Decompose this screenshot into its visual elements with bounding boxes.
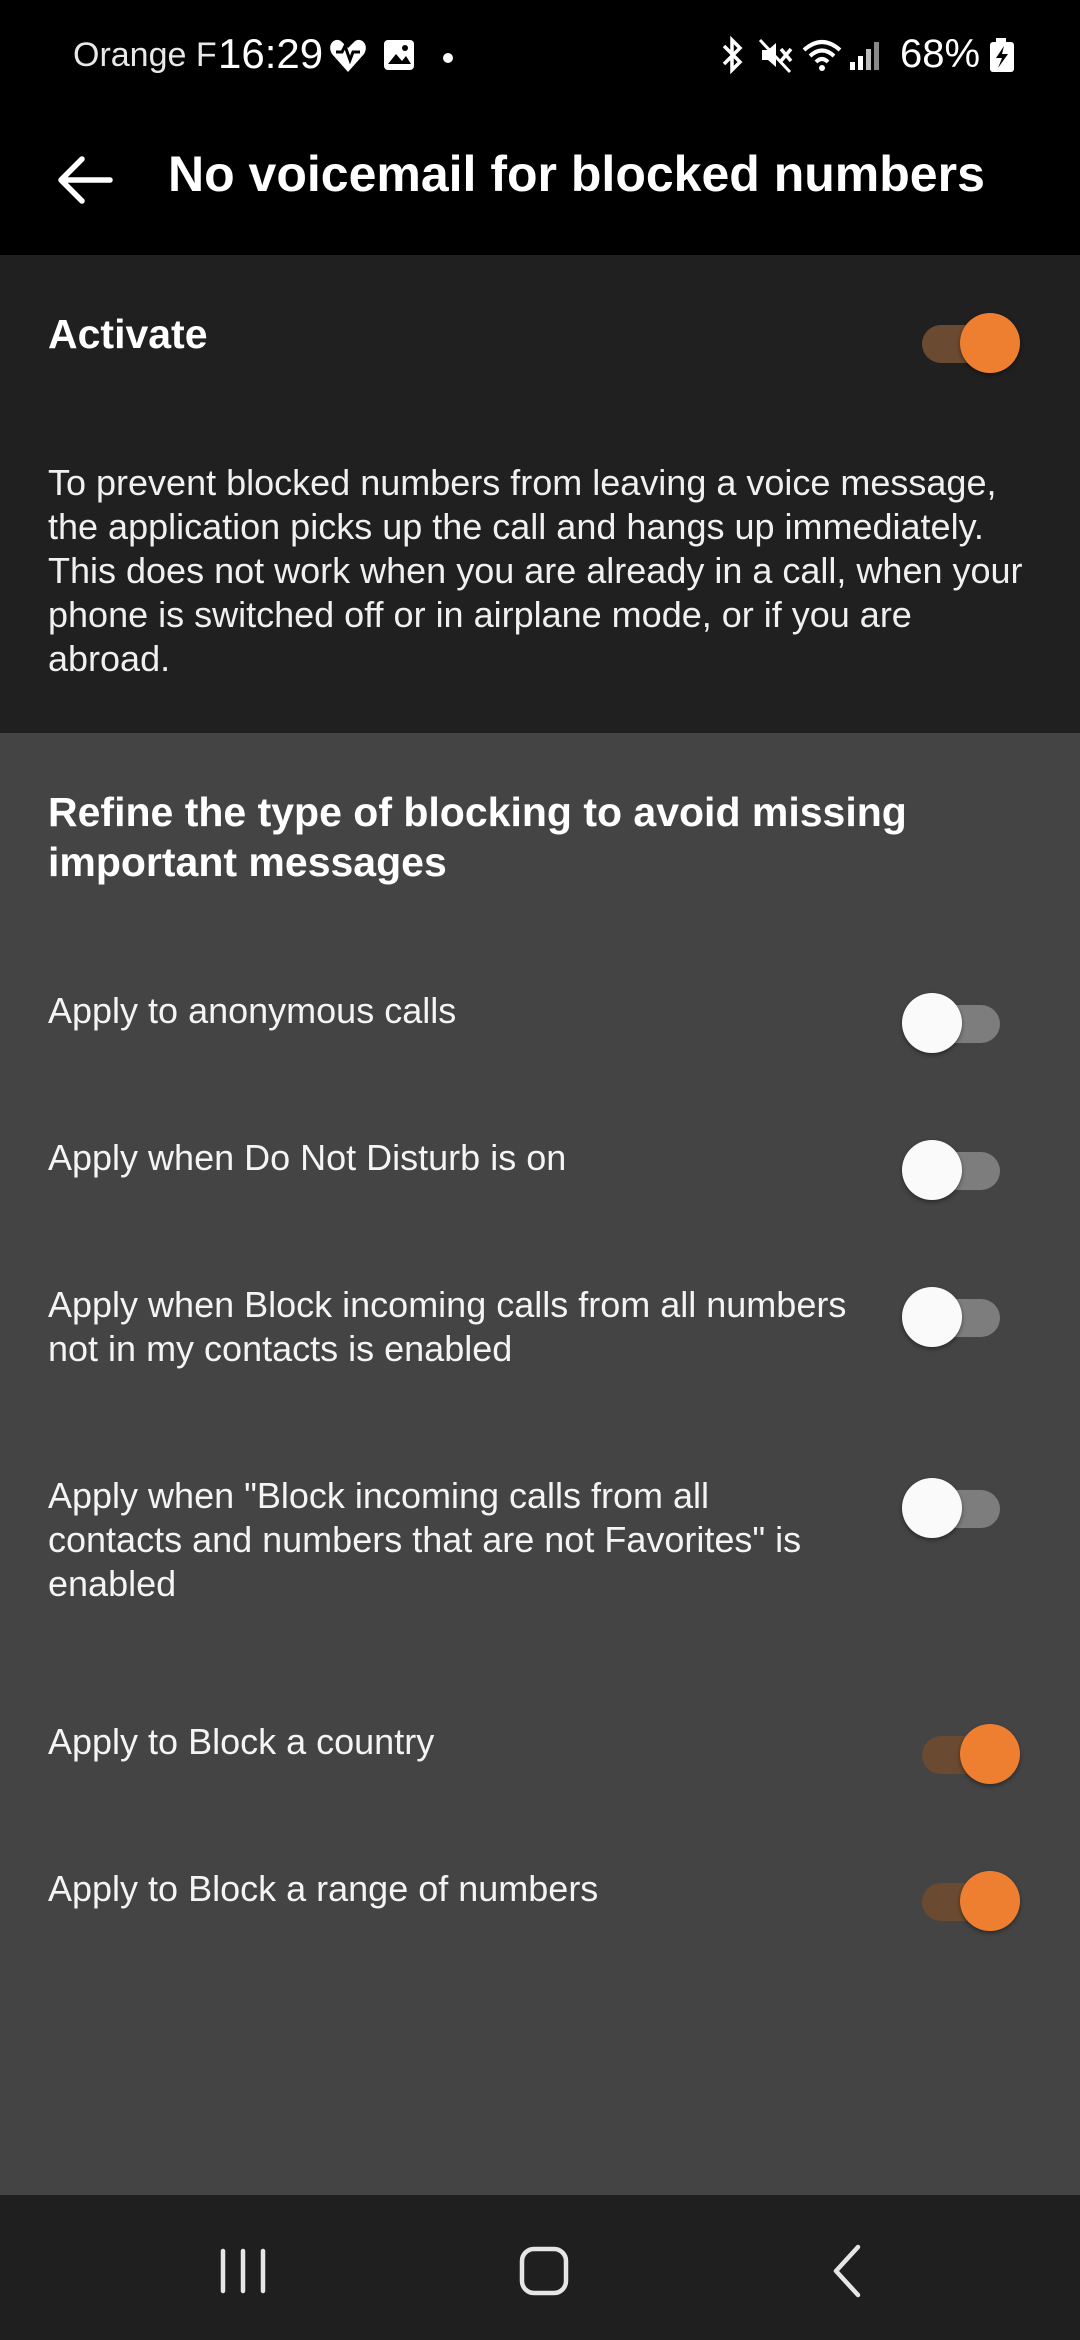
toggle-thumb <box>960 1871 1020 1931</box>
refine-section: Refine the type of blocking to avoid mis… <box>0 733 1080 2195</box>
refine-title: Refine the type of blocking to avoid mis… <box>48 789 907 885</box>
back-icon[interactable] <box>808 2231 888 2311</box>
toggle-thumb <box>902 1478 962 1538</box>
block-range-toggle[interactable] <box>900 1865 1020 1931</box>
toggle-thumb <box>902 1287 962 1347</box>
option-label: Apply when "Block incoming calls from al… <box>48 1475 802 1604</box>
mute-icon <box>758 38 793 74</box>
status-bar: Orange F 16:29 68% <box>0 0 1080 115</box>
do-not-disturb-toggle[interactable] <box>900 1134 1020 1200</box>
option-label: Apply when Block incoming calls from all… <box>48 1284 847 1369</box>
toggle-thumb <box>960 313 1020 373</box>
app-bar: No voicemail for blocked numbers <box>0 115 1080 255</box>
signal-icon <box>850 42 879 70</box>
battery-charging-icon <box>990 38 1014 72</box>
toggle-thumb <box>960 1724 1020 1784</box>
clock: 16:29 <box>218 30 324 77</box>
navigation-bar <box>0 2195 1080 2340</box>
activate-section: Activate To prevent blocked numbers from… <box>0 255 1080 733</box>
activate-description: To prevent blocked numbers from leaving … <box>48 462 1023 679</box>
carrier-label: Orange F <box>73 36 217 74</box>
block-non-contacts-toggle[interactable] <box>900 1281 1020 1347</box>
block-country-toggle[interactable] <box>900 1718 1020 1784</box>
toggle-thumb <box>902 993 962 1053</box>
block-non-favorites-toggle[interactable] <box>900 1472 1020 1538</box>
recents-icon[interactable] <box>203 2231 283 2311</box>
activate-label: Activate <box>48 311 208 357</box>
option-label: Apply when Do Not Disturb is on <box>48 1137 567 1178</box>
activate-toggle[interactable] <box>900 307 1020 373</box>
anonymous-calls-toggle[interactable] <box>900 987 1020 1053</box>
toggle-thumb <box>902 1140 962 1200</box>
arrow-left-icon[interactable] <box>50 145 120 215</box>
gallery-icon <box>384 40 414 70</box>
page-title: No voicemail for blocked numbers <box>168 146 985 202</box>
option-label: Apply to Block a country <box>48 1721 435 1762</box>
health-icon <box>330 39 366 72</box>
home-icon[interactable] <box>504 2231 584 2311</box>
bluetooth-icon <box>722 35 743 75</box>
notification-dot-icon <box>443 53 453 63</box>
option-label: Apply to anonymous calls <box>48 990 457 1031</box>
option-label: Apply to Block a range of numbers <box>48 1868 599 1909</box>
wifi-icon <box>802 40 842 71</box>
battery-percentage: 68% <box>900 32 981 76</box>
